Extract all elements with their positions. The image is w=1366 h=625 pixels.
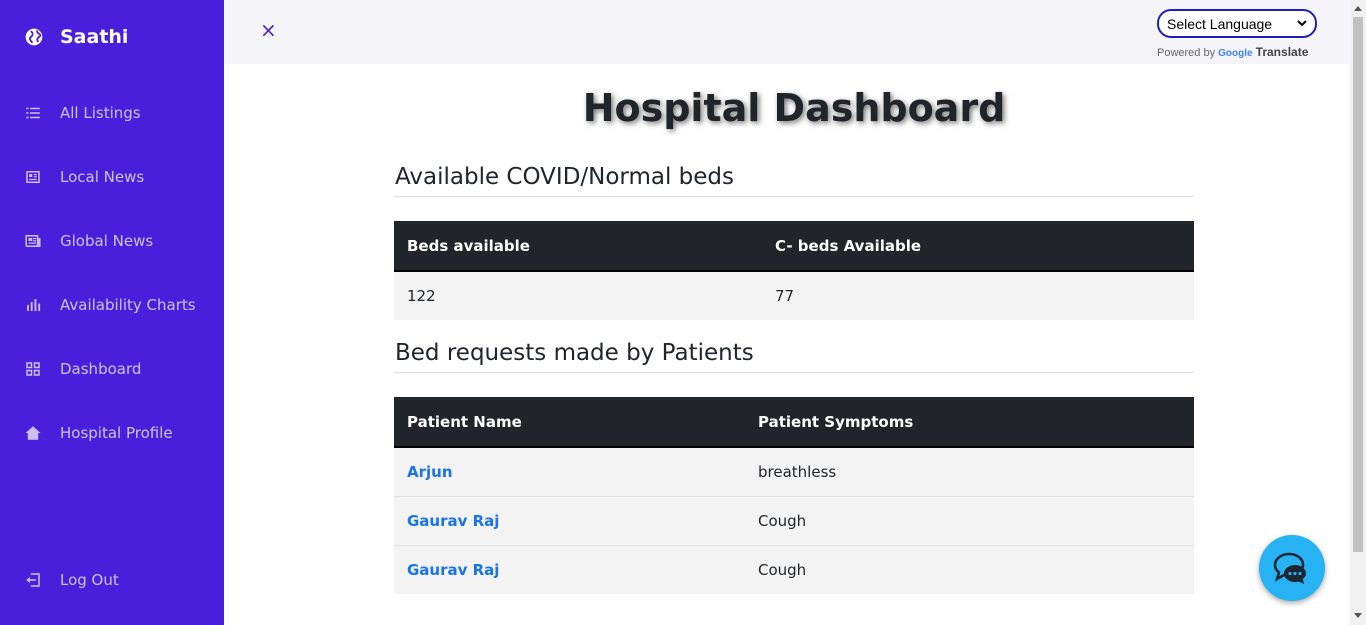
logout-icon — [26, 573, 40, 587]
news-icon — [25, 235, 41, 247]
bed-requests-table: Patient Name Patient Symptoms Arjun brea… — [394, 397, 1194, 594]
sidebar-item-label: Local News — [60, 168, 145, 186]
patient-name-cell: Gaurav Raj — [394, 495, 745, 545]
google-logo-text: Google — [1218, 48, 1253, 59]
table-row: Arjun breathless — [394, 446, 1194, 496]
brand-name: Saathi — [60, 26, 129, 48]
google-translate-credit: Powered by Google Translate — [1157, 45, 1308, 59]
sidebar: Saathi All Listings Local News Global Ne… — [0, 0, 224, 625]
chat-button[interactable] — [1259, 535, 1325, 601]
column-header: Beds available — [394, 221, 762, 272]
sidebar-item-label: Global News — [60, 232, 154, 250]
column-header: Patient Name — [394, 397, 745, 448]
patient-symptoms-cell: Cough — [745, 495, 1194, 545]
translate-text: Translate — [1255, 45, 1309, 59]
beds-section-title: Available COVID/Normal beds — [395, 164, 735, 190]
sidebar-item-dashboard[interactable]: Dashboard — [24, 360, 141, 378]
patient-name-cell: Gaurav Raj — [394, 544, 745, 594]
sidebar-item-label: All Listings — [60, 104, 141, 122]
scroll-thumb[interactable] — [1353, 17, 1363, 552]
requests-section-title: Bed requests made by Patients — [395, 340, 754, 366]
beds-table: Beds available C- beds Available 122 77 — [394, 221, 1194, 320]
patient-name-cell: Arjun — [394, 446, 745, 496]
sidebar-item-label: Dashboard — [60, 360, 142, 378]
language-select-value: Select Language — [1167, 15, 1273, 32]
column-header: C- beds Available — [762, 221, 1194, 272]
table-header-row: Beds available C- beds Available — [394, 221, 1194, 272]
sidebar-item-all-listings[interactable]: All Listings — [24, 104, 141, 122]
vertical-scrollbar[interactable] — [1350, 0, 1366, 625]
patient-link[interactable]: Arjun — [407, 463, 453, 481]
table-row: 122 77 — [394, 270, 1194, 320]
scroll-up-arrow-icon[interactable] — [1354, 6, 1362, 11]
grid-icon — [26, 362, 40, 376]
patient-symptoms-cell: breathless — [745, 446, 1194, 496]
table-row: Gaurav Raj Cough — [394, 544, 1194, 594]
table-header-row: Patient Name Patient Symptoms — [394, 397, 1194, 448]
sidebar-item-global-news[interactable]: Global News — [24, 232, 153, 250]
logout-label: Log Out — [60, 571, 119, 589]
patient-link[interactable]: Gaurav Raj — [407, 561, 499, 579]
covid-beds-available-value: 77 — [762, 270, 1194, 320]
sidebar-item-local-news[interactable]: Local News — [24, 168, 144, 186]
scroll-down-arrow-icon[interactable] — [1354, 613, 1362, 618]
powered-by-text: Powered by — [1157, 47, 1216, 59]
beds-available-value: 122 — [394, 270, 762, 320]
sidebar-item-hospital-profile[interactable]: Hospital Profile — [24, 424, 173, 442]
close-icon[interactable]: × — [260, 18, 280, 42]
newspaper-icon — [26, 171, 40, 183]
divider — [394, 372, 1194, 373]
globe-icon — [25, 28, 43, 46]
sidebar-item-label: Availability Charts — [60, 296, 196, 314]
brand[interactable]: Saathi — [24, 26, 128, 48]
sidebar-item-availability-charts[interactable]: Availability Charts — [24, 296, 196, 314]
topbar: × Select Language Powered by Google Tran… — [224, 0, 1350, 64]
page-title: Hospital Dashboard — [582, 86, 1006, 130]
logout-button[interactable]: Log Out — [24, 571, 119, 589]
patient-link[interactable]: Gaurav Raj — [407, 512, 499, 530]
home-icon — [25, 426, 41, 440]
divider — [394, 196, 1194, 197]
list-icon — [26, 107, 40, 119]
bar-chart-icon — [27, 299, 41, 311]
patient-symptoms-cell: Cough — [745, 544, 1194, 594]
sidebar-item-label: Hospital Profile — [60, 424, 173, 442]
chevron-down-icon — [1297, 19, 1307, 26]
chat-icon — [1273, 552, 1306, 584]
language-select[interactable]: Select Language — [1157, 9, 1317, 38]
google-logo: Google — [1218, 48, 1252, 59]
table-row: Gaurav Raj Cough — [394, 495, 1194, 545]
column-header: Patient Symptoms — [745, 397, 1194, 448]
